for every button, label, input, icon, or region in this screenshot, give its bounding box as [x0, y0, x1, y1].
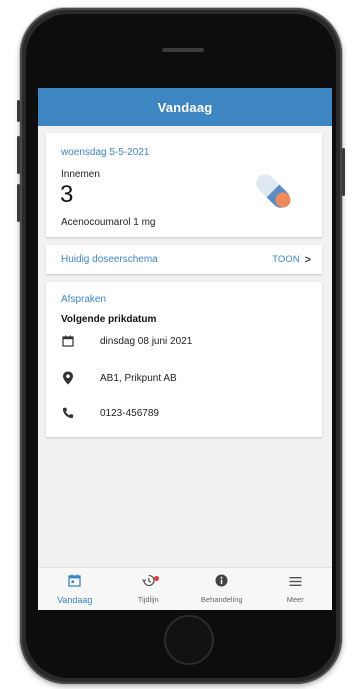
dose-count: 3 [60, 181, 74, 208]
app-bar: Vandaag [38, 88, 332, 126]
nav-label: Tijdlijn [137, 595, 159, 604]
dosing-schedule-label: Huidig doseerschema [61, 254, 158, 265]
medication-name: Acenocoumarol 1 mg [61, 217, 156, 228]
pill-capsule-icon [256, 174, 291, 208]
appointments-card: Afspraken Volgende prikdatum dinsdag 08 … [46, 282, 322, 437]
next-date-label: Volgende prikdatum [61, 314, 157, 325]
home-button[interactable] [164, 615, 214, 665]
info-icon [215, 574, 228, 592]
volume-up-button [17, 136, 20, 174]
nav-label: Behandeling [200, 595, 243, 604]
nav-tijdlijn[interactable]: Tijdlijn [112, 568, 186, 610]
nav-label: Vandaag [57, 594, 93, 605]
earpiece-speaker [162, 48, 204, 52]
location-pin-icon [61, 371, 75, 385]
app-screen: Vandaag woensdag 5-5-2021 Innemen 3 Acen… [38, 88, 332, 610]
history-icon [141, 574, 155, 592]
show-schedule-button[interactable]: TOON > [272, 254, 311, 266]
volume-down-button [17, 184, 20, 222]
dosing-schedule-card[interactable]: Huidig doseerschema TOON > [46, 245, 322, 274]
bottom-navigation: Vandaag Tijdlijn Behandeling Meer [38, 567, 332, 610]
nav-behandeling[interactable]: Behandeling [185, 568, 259, 610]
show-label: TOON [272, 254, 300, 265]
appointment-date-row: dinsdag 08 juni 2021 [61, 334, 192, 348]
today-dose-card[interactable]: woensdag 5-5-2021 Innemen 3 Acenocoumaro… [46, 133, 322, 237]
calendar-icon [68, 573, 81, 592]
chevron-right-icon: > [304, 253, 311, 266]
appointment-phone: 0123-456789 [100, 407, 159, 419]
calendar-icon [61, 334, 75, 348]
phone-icon [61, 406, 75, 420]
appointment-phone-row[interactable]: 0123-456789 [61, 406, 159, 420]
power-button [342, 148, 345, 196]
appointment-location: AB1, Prikpunt AB [100, 372, 177, 384]
nav-vandaag[interactable]: Vandaag [38, 568, 112, 610]
nav-meer[interactable]: Meer [259, 568, 333, 610]
appointment-location-row[interactable]: AB1, Prikpunt AB [61, 371, 177, 385]
appointment-date: dinsdag 08 juni 2021 [100, 335, 193, 347]
mute-switch [17, 100, 20, 122]
menu-icon [289, 574, 302, 592]
appointments-title: Afspraken [61, 294, 107, 305]
take-label: Innemen [61, 169, 100, 180]
today-date: woensdag 5-5-2021 [61, 147, 150, 158]
notification-badge [154, 576, 160, 581]
nav-label: Meer [286, 595, 304, 604]
page-title: Vandaag [157, 99, 213, 115]
